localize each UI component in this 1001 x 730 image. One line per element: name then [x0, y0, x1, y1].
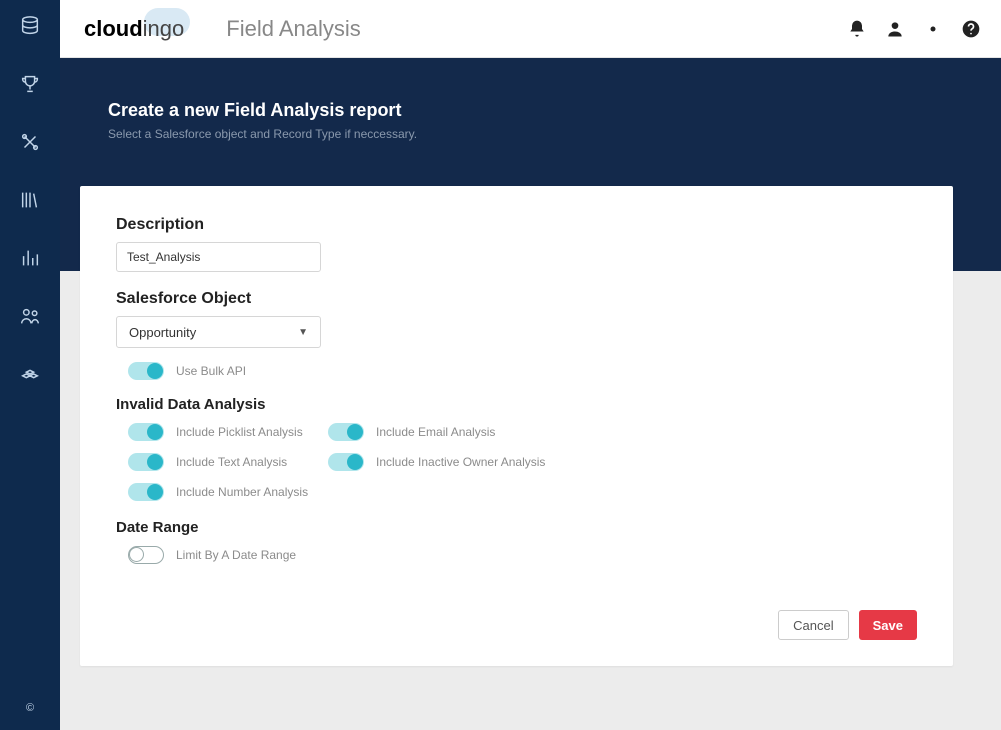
number-toggle[interactable] — [128, 483, 164, 501]
date-range-label: Date Range — [116, 519, 917, 536]
top-icons — [847, 19, 981, 39]
form-actions: Cancel Save — [778, 610, 917, 640]
page-title: Field Analysis — [226, 16, 361, 42]
email-label: Include Email Analysis — [376, 425, 495, 439]
bulk-api-label: Use Bulk API — [176, 364, 246, 378]
help-icon[interactable] — [961, 19, 981, 39]
database-icon[interactable] — [18, 14, 42, 38]
hero-title: Create a new Field Analysis report — [108, 100, 1001, 121]
salesforce-object-label: Salesforce Object — [116, 290, 917, 308]
library-icon[interactable] — [18, 188, 42, 212]
analytics-icon[interactable] — [18, 246, 42, 270]
trophy-icon[interactable] — [18, 72, 42, 96]
content-background: Description Salesforce Object Opportunit… — [60, 271, 1001, 730]
brand-text: cloudingo — [84, 16, 184, 42]
account-icon[interactable] — [885, 19, 905, 39]
brand-part1: cloud — [84, 16, 143, 41]
notifications-icon[interactable] — [847, 19, 867, 39]
picklist-toggle[interactable] — [128, 423, 164, 441]
picklist-label: Include Picklist Analysis — [176, 425, 303, 439]
owner-label: Include Inactive Owner Analysis — [376, 455, 545, 469]
salesforce-object-select[interactable]: Opportunity ▼ — [116, 316, 321, 348]
copyright-symbol: © — [26, 702, 34, 714]
description-label: Description — [116, 216, 917, 234]
cancel-button[interactable]: Cancel — [778, 610, 848, 640]
owner-toggle[interactable] — [328, 453, 364, 471]
brand-part2: ingo — [143, 16, 185, 41]
settings-icon[interactable] — [923, 19, 943, 39]
brand-logo[interactable]: cloudingo — [84, 16, 184, 42]
select-value: Opportunity — [129, 325, 196, 340]
save-button[interactable]: Save — [859, 610, 917, 640]
text-toggle[interactable] — [128, 453, 164, 471]
number-label: Include Number Analysis — [176, 485, 308, 499]
sidebar-nav: © — [0, 0, 60, 730]
tools-icon[interactable] — [18, 130, 42, 154]
limit-date-label: Limit By A Date Range — [176, 548, 296, 562]
chevron-down-icon: ▼ — [298, 327, 308, 338]
modules-icon[interactable] — [18, 362, 42, 386]
topbar: cloudingo Field Analysis — [60, 0, 1001, 58]
hero-subtitle: Select a Salesforce object and Record Ty… — [108, 127, 1001, 141]
form-card: Description Salesforce Object Opportunit… — [80, 186, 953, 666]
invalid-data-label: Invalid Data Analysis — [116, 396, 917, 413]
users-icon[interactable] — [18, 304, 42, 328]
description-input[interactable] — [116, 242, 321, 272]
text-label: Include Text Analysis — [176, 455, 287, 469]
email-toggle[interactable] — [328, 423, 364, 441]
main-area: cloudingo Field Analysis — [60, 0, 1001, 730]
limit-date-toggle[interactable] — [128, 546, 164, 564]
bulk-api-toggle[interactable] — [128, 362, 164, 380]
